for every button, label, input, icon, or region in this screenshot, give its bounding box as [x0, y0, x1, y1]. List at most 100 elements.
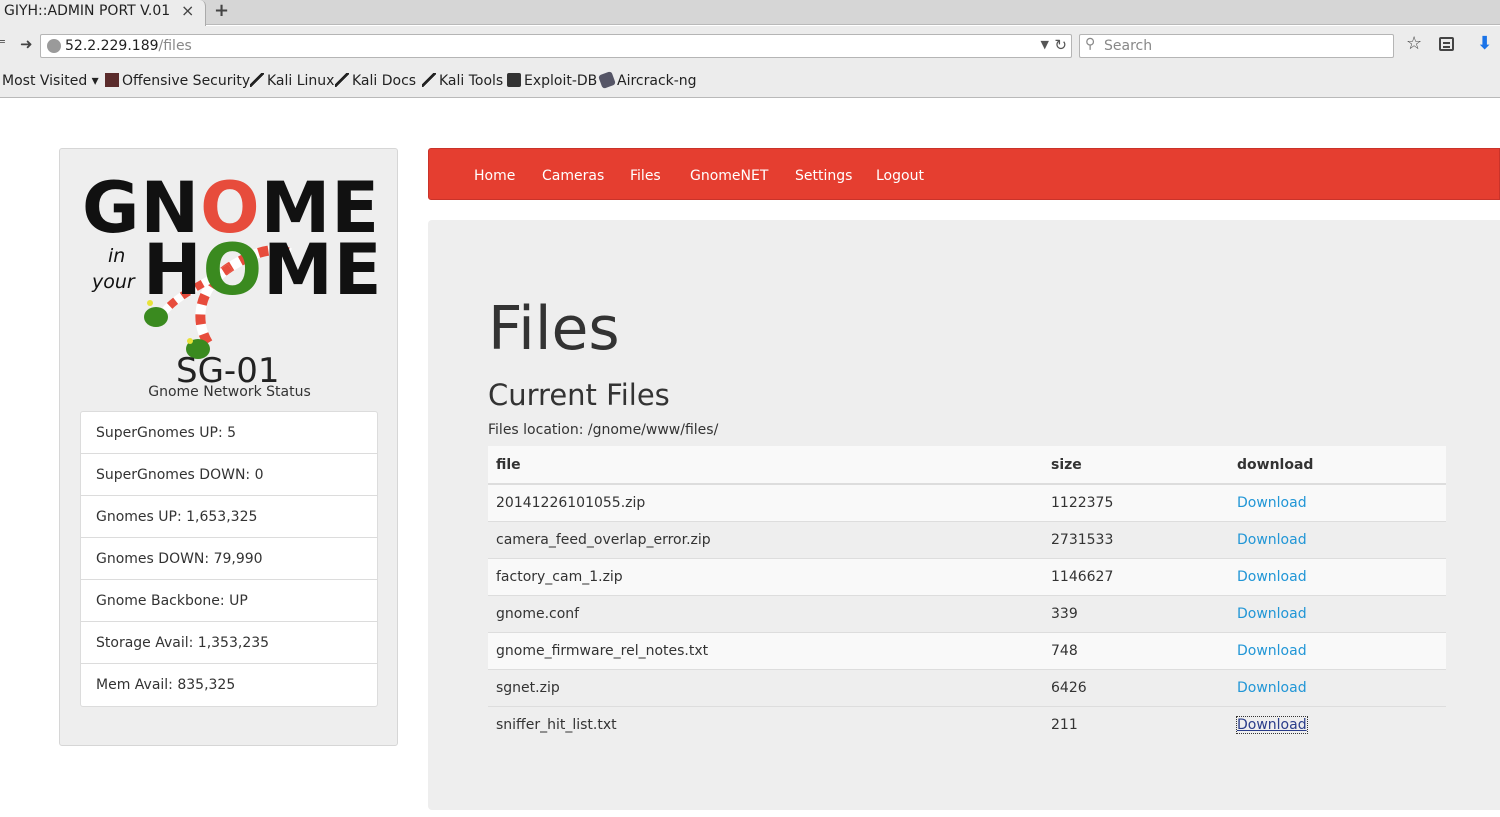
table-row: camera_feed_overlap_error.zip 2731533 Do… [488, 520, 1446, 558]
download-link[interactable]: Download [1237, 495, 1307, 511]
table-row: factory_cam_1.zip 1146627 Download [488, 557, 1446, 595]
bookmark-label: Kali Tools [439, 73, 504, 89]
bookmarks-toolbar: Most Visited ▾ Offensive Security Kali L… [0, 66, 1500, 98]
bookmark-exploit-db[interactable]: Exploit-DB [507, 73, 597, 89]
bookmark-label: Most Visited ▾ [2, 73, 99, 89]
logo-home-text: HOME [143, 229, 383, 311]
bookmark-aircrack-ng[interactable]: Aircrack-ng [598, 71, 697, 89]
nav-logout[interactable]: Logout [876, 168, 924, 184]
new-tab-icon[interactable]: + [214, 0, 229, 21]
status-item: Gnome Backbone: UP [81, 580, 377, 622]
table-row: sniffer_hit_list.txt 211 Download [488, 705, 1446, 743]
page-title: Files [488, 294, 620, 364]
bookmark-label: Kali Docs [352, 73, 417, 89]
kali-dragon-icon [335, 73, 349, 87]
bookmark-kali-docs[interactable]: Kali Docs [335, 73, 416, 89]
bookmark-offensive-security[interactable]: Offensive Security [105, 73, 250, 89]
nav-gnomenet[interactable]: GnomeNET [690, 168, 768, 184]
navigation-toolbar: ⇐ ➜ 52.2.229.189/files ▼ ↻ ⚲ [0, 26, 1500, 66]
file-name: sniffer_hit_list.txt [488, 705, 1043, 743]
kali-dragon-icon [250, 73, 264, 87]
file-size: 6426 [1043, 668, 1229, 706]
bookmark-label: Kali Linux [267, 73, 335, 89]
bookmark-most-visited[interactable]: Most Visited ▾ [2, 73, 99, 89]
bookmark-kali-tools[interactable]: Kali Tools [422, 73, 503, 89]
sidebar-panel: GNOME in your HOME SG-01 Gnome Network S… [59, 148, 398, 746]
file-name: gnome_firmware_rel_notes.txt [488, 631, 1043, 669]
status-item: Gnomes DOWN: 79,990 [81, 538, 377, 580]
download-cell: Download [1229, 705, 1446, 743]
download-cell: Download [1229, 594, 1446, 632]
file-name: sgnet.zip [488, 668, 1043, 706]
active-tab[interactable]: GIYH::ADMIN PORT V.01 × [0, 0, 206, 26]
file-size: 1146627 [1043, 557, 1229, 595]
reading-list-icon[interactable] [1439, 37, 1454, 51]
logo-your-text: your [92, 271, 135, 293]
aircrack-icon [598, 71, 616, 89]
downloads-icon[interactable]: ⬇ [1477, 33, 1492, 54]
url-text[interactable]: 52.2.229.189/files [65, 38, 192, 54]
nav-home[interactable]: Home [474, 168, 515, 184]
file-size: 211 [1043, 705, 1229, 743]
download-link[interactable]: Download [1237, 680, 1307, 696]
download-cell: Download [1229, 631, 1446, 669]
file-name: 20141226101055.zip [488, 483, 1043, 521]
nav-files[interactable]: Files [630, 168, 661, 184]
forward-icon[interactable]: ➜ [20, 35, 33, 53]
files-location: Files location: /gnome/www/files/ [488, 422, 719, 438]
back-icon[interactable]: ⇐ [0, 34, 12, 56]
download-link[interactable]: Download [1237, 606, 1307, 622]
file-size: 2731533 [1043, 520, 1229, 558]
logo-in-text: in [108, 245, 126, 267]
search-input[interactable] [1104, 37, 1384, 55]
bookmark-kali-linux[interactable]: Kali Linux [250, 73, 334, 89]
column-header-size: size [1043, 446, 1229, 485]
main-nav: Home Cameras Files GnomeNET Settings Log… [428, 148, 1500, 200]
exploit-db-icon [507, 73, 521, 87]
tab-close-icon[interactable]: × [181, 1, 194, 20]
table-row: 20141226101055.zip 1122375 Download [488, 483, 1446, 521]
nav-settings[interactable]: Settings [795, 168, 852, 184]
url-history-dropdown-icon[interactable]: ▼ [1041, 38, 1049, 51]
bookmark-star-icon[interactable]: ☆ [1406, 33, 1422, 54]
files-table: file size download 20141226101055.zip 11… [488, 446, 1446, 743]
nav-cameras[interactable]: Cameras [542, 168, 604, 184]
search-bar[interactable]: ⚲ [1079, 34, 1394, 58]
bookmark-label: Exploit-DB [524, 73, 598, 89]
search-icon: ⚲ [1085, 36, 1096, 52]
download-cell: Download [1229, 520, 1446, 558]
file-size: 339 [1043, 594, 1229, 632]
status-item: Gnomes UP: 1,653,325 [81, 496, 377, 538]
table-row: gnome_firmware_rel_notes.txt 748 Downloa… [488, 631, 1446, 669]
offensive-security-icon [105, 73, 119, 87]
status-item: SuperGnomes UP: 5 [81, 412, 377, 454]
status-item: Mem Avail: 835,325 [96, 677, 236, 693]
bookmark-label: Aircrack-ng [617, 73, 697, 89]
section-title: Current Files [488, 378, 670, 412]
site-identity-icon[interactable] [47, 39, 61, 53]
table-row: sgnet.zip 6426 Download [488, 668, 1446, 706]
file-name: factory_cam_1.zip [488, 557, 1043, 595]
gnome-in-your-home-logo: GNOME in your HOME SG-01 [80, 167, 383, 391]
download-link[interactable]: Download [1237, 569, 1307, 585]
kali-dragon-icon [422, 73, 436, 87]
status-title: Gnome Network Status [148, 384, 311, 400]
download-link[interactable]: Download [1237, 532, 1307, 548]
tab-title: GIYH::ADMIN PORT V.01 [4, 3, 171, 19]
status-item: Storage Avail: 1,353,235 [81, 622, 377, 664]
table-row: gnome.conf 339 Download [488, 594, 1446, 632]
column-header-file: file [488, 446, 1043, 485]
tab-strip: GIYH::ADMIN PORT V.01 × + [0, 0, 1500, 26]
url-bar[interactable]: 52.2.229.189/files ▼ ↻ [40, 34, 1072, 58]
file-size: 748 [1043, 631, 1229, 669]
download-cell: Download [1229, 668, 1446, 706]
status-item: SuperGnomes DOWN: 0 [81, 454, 377, 496]
download-link[interactable]: Download [1236, 715, 1308, 734]
files-panel: Files Current Files Files location: /gno… [428, 220, 1500, 810]
file-size: 1122375 [1043, 483, 1229, 521]
url-path: /files [158, 38, 192, 54]
file-name: gnome.conf [488, 594, 1043, 632]
download-link[interactable]: Download [1237, 643, 1307, 659]
column-header-download: download [1229, 446, 1446, 485]
reload-icon[interactable]: ↻ [1054, 36, 1067, 54]
